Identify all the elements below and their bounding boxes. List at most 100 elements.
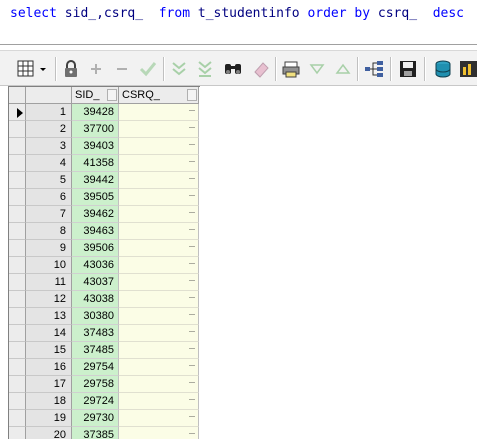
sid-cell[interactable]: 29724 — [72, 393, 119, 410]
sid-cell[interactable]: 39505 — [72, 189, 119, 206]
chart-icon[interactable] — [458, 58, 477, 80]
tree-icon[interactable] — [363, 58, 385, 80]
cell-editor-button[interactable]: ··· — [186, 429, 197, 439]
row-indicator[interactable] — [9, 138, 26, 155]
row-number[interactable]: 15 — [26, 342, 72, 359]
row-number[interactable]: 10 — [26, 257, 72, 274]
row-indicator[interactable] — [9, 291, 26, 308]
row-number[interactable]: 3 — [26, 138, 72, 155]
sid-cell[interactable]: 39506 — [72, 240, 119, 257]
csrq-cell[interactable]: ··· — [119, 393, 199, 410]
row-number[interactable]: 16 — [26, 359, 72, 376]
print-icon[interactable] — [280, 58, 302, 80]
triangle-up-icon[interactable] — [332, 58, 354, 80]
row-indicator[interactable] — [9, 257, 26, 274]
cell-editor-button[interactable]: ··· — [186, 106, 197, 117]
row-indicator[interactable] — [9, 155, 26, 172]
row-number[interactable]: 19 — [26, 410, 72, 427]
row-indicator[interactable] — [9, 274, 26, 291]
binoculars-icon[interactable] — [222, 58, 244, 80]
csrq-cell[interactable]: ··· — [119, 359, 199, 376]
column-sort-button[interactable] — [187, 89, 197, 101]
row-number[interactable]: 2 — [26, 121, 72, 138]
cell-editor-button[interactable]: ··· — [186, 361, 197, 372]
sid-cell[interactable]: 43037 — [72, 274, 119, 291]
sid-cell[interactable]: 39403 — [72, 138, 119, 155]
csrq-cell[interactable]: ··· — [119, 172, 199, 189]
cell-editor-button[interactable]: ··· — [186, 310, 197, 321]
row-indicator[interactable] — [9, 189, 26, 206]
sid-cell[interactable]: 37700 — [72, 121, 119, 138]
cell-editor-button[interactable]: ··· — [186, 344, 197, 355]
sid-cell[interactable]: 29754 — [72, 359, 119, 376]
row-number[interactable]: 12 — [26, 291, 72, 308]
csrq-cell[interactable]: ··· — [119, 325, 199, 342]
cell-editor-button[interactable]: ··· — [186, 140, 197, 151]
row-number[interactable]: 20 — [26, 427, 72, 439]
csrq-cell[interactable]: ··· — [119, 138, 199, 155]
sql-editor[interactable]: select sid_,csrq_ from t_studentinfo ord… — [0, 0, 477, 45]
row-number[interactable]: 13 — [26, 308, 72, 325]
sid-cell[interactable]: 29758 — [72, 376, 119, 393]
triangle-down-icon[interactable] — [306, 58, 328, 80]
row-indicator[interactable] — [9, 342, 26, 359]
cell-editor-button[interactable]: ··· — [186, 412, 197, 423]
csrq-cell[interactable]: ··· — [119, 427, 199, 439]
row-number[interactable]: 4 — [26, 155, 72, 172]
cell-editor-button[interactable]: ··· — [186, 191, 197, 202]
sid-cell[interactable]: 39442 — [72, 172, 119, 189]
column-header-csrq[interactable]: CSRQ_ — [119, 87, 199, 104]
sid-cell[interactable]: 37485 — [72, 342, 119, 359]
cell-editor-button[interactable]: ··· — [186, 276, 197, 287]
sid-cell[interactable]: 39428 — [72, 104, 119, 121]
row-indicator[interactable] — [9, 121, 26, 138]
csrq-cell[interactable]: ··· — [119, 308, 199, 325]
row-indicator[interactable] — [9, 104, 26, 121]
cell-editor-button[interactable]: ··· — [186, 225, 197, 236]
row-indicator[interactable] — [9, 410, 26, 427]
row-number[interactable]: 8 — [26, 223, 72, 240]
filter-clear-icon[interactable] — [194, 58, 216, 80]
row-number[interactable]: 1 — [26, 104, 72, 121]
row-indicator[interactable] — [9, 172, 26, 189]
cell-editor-button[interactable]: ··· — [186, 378, 197, 389]
cell-editor-button[interactable]: ··· — [186, 208, 197, 219]
sid-cell[interactable]: 43038 — [72, 291, 119, 308]
sid-cell[interactable]: 41358 — [72, 155, 119, 172]
sid-cell[interactable]: 43036 — [72, 257, 119, 274]
column-header-sid[interactable]: SID_ — [72, 87, 119, 104]
sid-cell[interactable]: 37385 — [72, 427, 119, 439]
row-number[interactable]: 6 — [26, 189, 72, 206]
row-indicator[interactable] — [9, 427, 26, 439]
save-icon[interactable] — [397, 58, 419, 80]
sid-cell[interactable]: 29730 — [72, 410, 119, 427]
cell-editor-button[interactable]: ··· — [186, 327, 197, 338]
database-icon[interactable] — [432, 58, 454, 80]
check-icon[interactable] — [137, 58, 159, 80]
row-number[interactable]: 9 — [26, 240, 72, 257]
cell-editor-button[interactable]: ··· — [186, 242, 197, 253]
csrq-cell[interactable]: ··· — [119, 223, 199, 240]
row-indicator[interactable] — [9, 376, 26, 393]
cell-editor-button[interactable]: ··· — [186, 174, 197, 185]
csrq-cell[interactable]: ··· — [119, 206, 199, 223]
row-indicator[interactable] — [9, 223, 26, 240]
row-number[interactable]: 7 — [26, 206, 72, 223]
cell-editor-button[interactable]: ··· — [186, 293, 197, 304]
csrq-cell[interactable]: ··· — [119, 257, 199, 274]
row-number[interactable]: 18 — [26, 393, 72, 410]
csrq-cell[interactable]: ··· — [119, 291, 199, 308]
row-indicator[interactable] — [9, 206, 26, 223]
cell-editor-button[interactable]: ··· — [186, 395, 197, 406]
row-indicator[interactable] — [9, 393, 26, 410]
column-sort-button[interactable] — [107, 89, 117, 101]
lock-icon[interactable] — [60, 58, 82, 80]
eraser-icon[interactable] — [250, 58, 272, 80]
cell-editor-button[interactable]: ··· — [186, 157, 197, 168]
plus-icon[interactable] — [85, 58, 107, 80]
row-number[interactable]: 11 — [26, 274, 72, 291]
row-indicator[interactable] — [9, 325, 26, 342]
row-number[interactable]: 17 — [26, 376, 72, 393]
row-indicator[interactable] — [9, 308, 26, 325]
cell-editor-button[interactable]: ··· — [186, 259, 197, 270]
